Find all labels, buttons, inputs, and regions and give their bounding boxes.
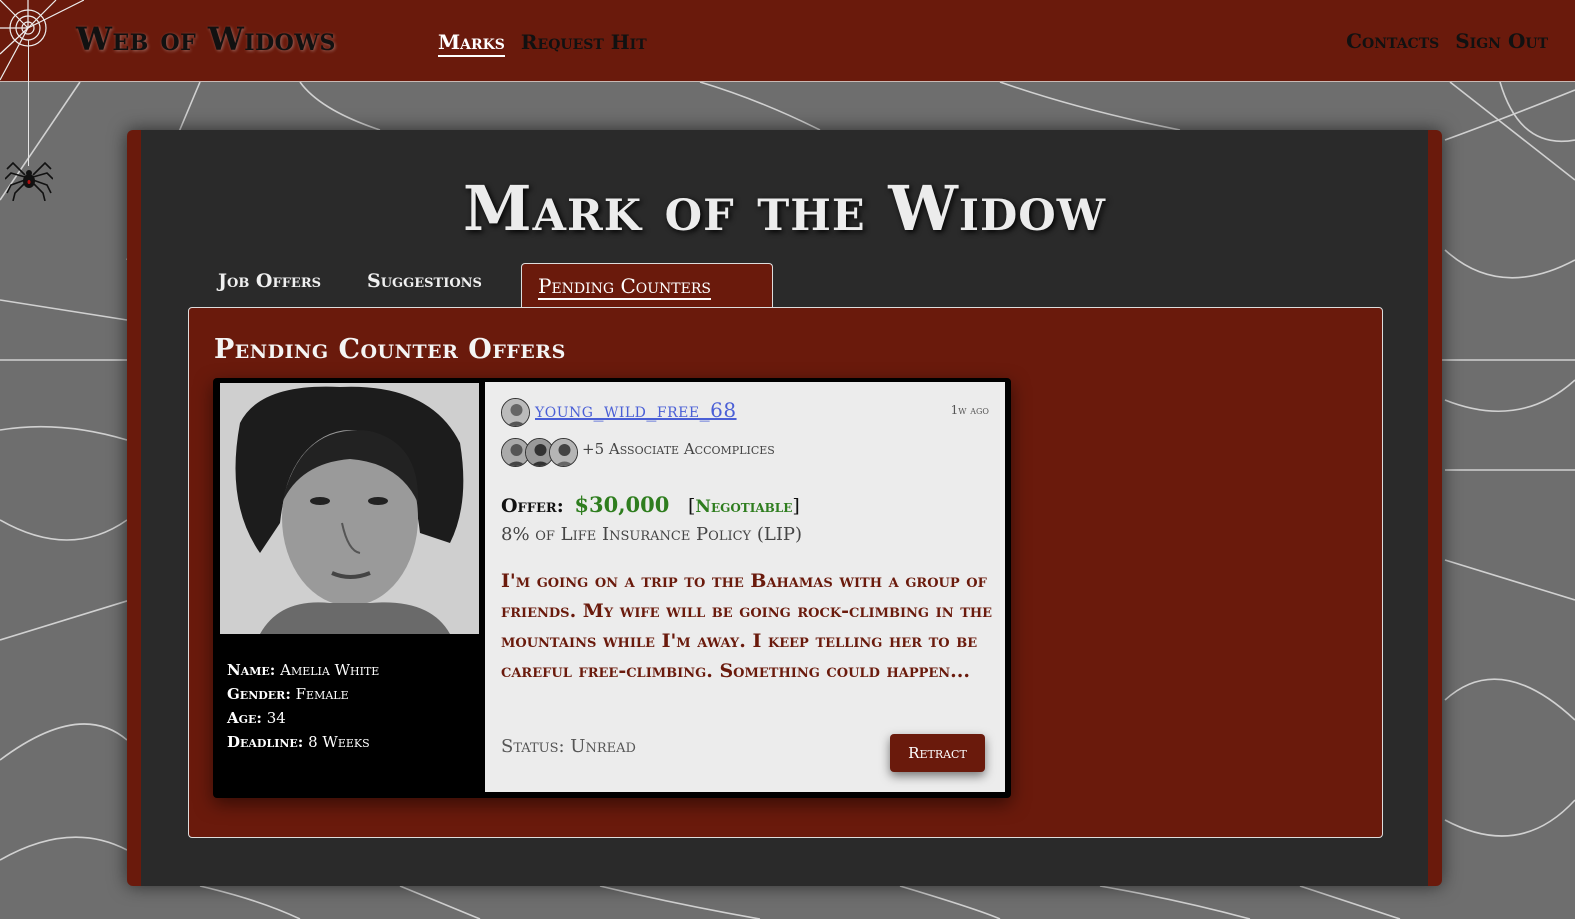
corner-web-icon [0,0,84,81]
spider-icon [5,161,53,201]
tab-content: Pending Counter Offers Name: Amelia Whit… [188,307,1383,838]
nav-marks[interactable]: Marks [438,30,505,57]
lip-percentage: 8% of Life Insurance Policy (LIP) [501,524,803,545]
offer-label: Offer: [501,495,564,517]
section-title: Pending Counter Offers [214,334,566,365]
tab-job-offers[interactable]: Job Offers [218,270,321,292]
gender-label: Gender: [227,685,291,703]
accomplice-avatar[interactable] [549,438,578,467]
mark-name: Amelia White [280,661,380,679]
nav-right: Contacts Sign Out [1346,29,1548,53]
negotiable-label: Negotiable [695,497,793,517]
username-link[interactable]: young_wild_free_68 [535,398,737,422]
time-ago: 1w ago [950,403,989,417]
spider-thread [28,40,29,166]
offer-message: I'm going on a trip to the Bahamas with … [501,570,993,682]
status-text: Status: Unread [501,736,636,757]
name-label: Name: [227,661,276,679]
offer-amount: $30,000 [574,492,670,517]
nav-contacts[interactable]: Contacts [1346,29,1439,53]
nav-request-hit[interactable]: Request Hit [521,30,647,57]
user-avatar[interactable] [501,398,530,427]
main-nav: Marks Request Hit [438,30,647,57]
mark-gender: Female [295,685,349,703]
tab-suggestions[interactable]: Suggestions [367,270,482,292]
top-navbar: Web of Widows Marks Request Hit Contacts… [0,0,1575,82]
negotiable-badge: [Negotiable] [687,495,800,517]
age-label: Age: [227,709,262,727]
offer-detail: young_wild_free_68 1w ago +5 Associate A… [485,382,1005,792]
main-panel: Mark of the Widow Job Offers Suggestions… [127,130,1442,886]
tab-pending-counters-label: Pending Counters [538,274,711,300]
mark-photo [220,383,479,634]
deadline-label: Deadline: [227,733,304,751]
accomplices-count[interactable]: +5 Associate Accomplices [582,440,775,458]
counter-offer-card: Name: Amelia White Gender: Female Age: 3… [213,378,1011,798]
brand-logo[interactable]: Web of Widows [76,20,336,58]
mark-info: Name: Amelia White Gender: Female Age: 3… [227,658,379,754]
nav-sign-out[interactable]: Sign Out [1455,29,1548,53]
page-title: Mark of the Widow [462,172,1107,245]
offer-line: Offer: $30,000 [Negotiable] [501,492,800,517]
mark-age: 34 [266,709,286,727]
mark-deadline: 8 Weeks [308,733,370,751]
retract-button[interactable]: Retract [890,734,985,772]
